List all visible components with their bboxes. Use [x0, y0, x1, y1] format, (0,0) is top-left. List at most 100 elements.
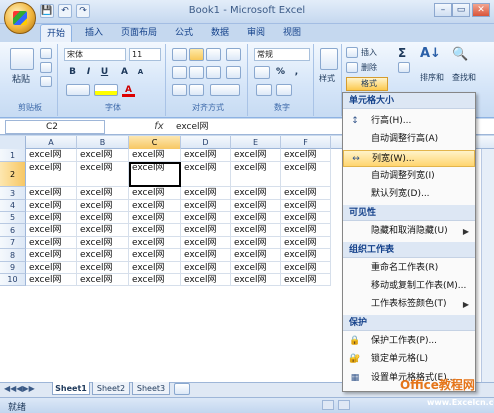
- tab-home[interactable]: 开始: [40, 24, 72, 42]
- cell-b7[interactable]: excel网: [77, 237, 129, 249]
- vertical-scrollbar[interactable]: [481, 149, 494, 382]
- cell-d3[interactable]: excel网: [181, 187, 231, 200]
- cell-e1[interactable]: excel网: [231, 149, 281, 162]
- menu-item-rename-sheet[interactable]: 重命名工作表(R): [343, 260, 475, 277]
- menu-item-hide-unhide[interactable]: 隐藏和取消隐藏(U) ▶: [343, 223, 475, 240]
- cell-a9[interactable]: excel网: [26, 262, 77, 274]
- increase-indent-icon[interactable]: [189, 84, 204, 96]
- sheet-nav-icon[interactable]: ◀◀◀▶▶: [4, 384, 35, 393]
- delete-cells-label[interactable]: 删除: [361, 62, 377, 73]
- align-right-icon[interactable]: [206, 66, 221, 79]
- align-center-icon[interactable]: [189, 66, 204, 79]
- sheet-tab-2[interactable]: Sheet2: [92, 382, 130, 395]
- column-header-c[interactable]: C: [129, 136, 181, 149]
- restore-button[interactable]: ▭: [452, 3, 470, 17]
- cell-a4[interactable]: excel网: [26, 200, 77, 212]
- menu-item-autofit-row[interactable]: 自动调整行高(A): [343, 131, 475, 148]
- row-header-5[interactable]: 5: [0, 212, 26, 224]
- insert-cells-label[interactable]: 插入: [361, 47, 377, 58]
- cell-c9[interactable]: excel网: [129, 262, 181, 274]
- cell-d8[interactable]: excel网: [181, 249, 231, 262]
- cell-b2[interactable]: excel网: [77, 162, 129, 187]
- cell-c5[interactable]: excel网: [129, 212, 181, 224]
- cell-d1[interactable]: excel网: [181, 149, 231, 162]
- sort-filter-label[interactable]: 排序和: [420, 72, 444, 83]
- column-header-e[interactable]: E: [231, 136, 281, 149]
- row-header-2[interactable]: 2: [0, 162, 26, 187]
- menu-item-row-height[interactable]: ↕ 行高(H)...: [343, 113, 475, 130]
- percent-button[interactable]: %: [274, 66, 287, 79]
- bold-button[interactable]: B: [66, 66, 79, 79]
- menu-item-move-copy-sheet[interactable]: 移动或复制工作表(M)...: [343, 278, 475, 295]
- cell-b6[interactable]: excel网: [77, 224, 129, 237]
- cell-f6[interactable]: excel网: [281, 224, 331, 237]
- row-header-6[interactable]: 6: [0, 224, 26, 237]
- cell-f1[interactable]: excel网: [281, 149, 331, 162]
- tab-review[interactable]: 审阅: [242, 24, 270, 42]
- styles-icon[interactable]: [320, 48, 338, 70]
- cell-c10[interactable]: excel网: [129, 274, 181, 286]
- cell-d5[interactable]: excel网: [181, 212, 231, 224]
- align-left-icon[interactable]: [172, 66, 187, 79]
- minimize-button[interactable]: –: [434, 3, 452, 17]
- delete-cells-icon[interactable]: [346, 62, 358, 73]
- cell-a6[interactable]: excel网: [26, 224, 77, 237]
- shrink-font-button[interactable]: A: [134, 66, 147, 79]
- tab-insert[interactable]: 插入: [80, 24, 108, 42]
- cell-d4[interactable]: excel网: [181, 200, 231, 212]
- cell-e8[interactable]: excel网: [231, 249, 281, 262]
- column-header-d[interactable]: D: [181, 136, 231, 149]
- cell-e7[interactable]: excel网: [231, 237, 281, 249]
- sheet-tab-3[interactable]: Sheet3: [132, 382, 170, 395]
- insert-function-icon[interactable]: fx: [150, 120, 168, 134]
- menu-item-default-width[interactable]: 默认列宽(D)...: [343, 186, 475, 203]
- font-size-box[interactable]: 11: [129, 48, 161, 61]
- menu-item-column-width[interactable]: ↔ 列宽(W)...: [343, 150, 475, 167]
- row-header-7[interactable]: 7: [0, 237, 26, 249]
- select-all-button[interactable]: [0, 136, 26, 149]
- cell-d2[interactable]: excel网: [181, 162, 231, 187]
- format-painter-icon[interactable]: [40, 76, 52, 87]
- office-button[interactable]: [4, 2, 36, 34]
- column-header-f[interactable]: F: [281, 136, 331, 149]
- tab-data[interactable]: 数据: [206, 24, 234, 42]
- cell-a3[interactable]: excel网: [26, 187, 77, 200]
- cell-b4[interactable]: excel网: [77, 200, 129, 212]
- decrease-decimal-icon[interactable]: [276, 84, 292, 96]
- tab-view[interactable]: 视图: [278, 24, 306, 42]
- cell-f7[interactable]: excel网: [281, 237, 331, 249]
- row-header-9[interactable]: 9: [0, 262, 26, 274]
- cut-icon[interactable]: [40, 48, 52, 59]
- cell-b8[interactable]: excel网: [77, 249, 129, 262]
- cell-b3[interactable]: excel网: [77, 187, 129, 200]
- insert-cells-icon[interactable]: [346, 47, 358, 58]
- italic-button[interactable]: I: [82, 66, 95, 79]
- cell-a10[interactable]: excel网: [26, 274, 77, 286]
- sheet-tab-1[interactable]: Sheet1: [52, 382, 90, 395]
- cell-a2[interactable]: excel网: [26, 162, 77, 187]
- column-header-a[interactable]: A: [26, 136, 77, 149]
- cell-c7[interactable]: excel网: [129, 237, 181, 249]
- cell-f5[interactable]: excel网: [281, 212, 331, 224]
- column-header-b[interactable]: B: [77, 136, 129, 149]
- tab-page-layout[interactable]: 页面布局: [116, 24, 162, 42]
- align-middle-icon[interactable]: [189, 48, 204, 61]
- paste-button-label[interactable]: 粘贴: [12, 72, 30, 85]
- find-select-label[interactable]: 查找和: [452, 72, 476, 83]
- cell-c4[interactable]: excel网: [129, 200, 181, 212]
- orientation-icon[interactable]: [226, 48, 241, 61]
- close-button[interactable]: ✕: [472, 3, 490, 17]
- cell-f4[interactable]: excel网: [281, 200, 331, 212]
- fill-icon[interactable]: [398, 62, 410, 73]
- insert-sheet-icon[interactable]: [174, 383, 190, 395]
- grow-font-button[interactable]: A: [118, 66, 131, 79]
- row-header-8[interactable]: 8: [0, 249, 26, 262]
- cell-b9[interactable]: excel网: [77, 262, 129, 274]
- align-bottom-icon[interactable]: [206, 48, 221, 61]
- cell-e10[interactable]: excel网: [231, 274, 281, 286]
- cell-f9[interactable]: excel网: [281, 262, 331, 274]
- name-box[interactable]: C2: [5, 120, 105, 134]
- font-name-box[interactable]: 宋体: [64, 48, 126, 61]
- cell-b5[interactable]: excel网: [77, 212, 129, 224]
- row-header-10[interactable]: 10: [0, 274, 26, 286]
